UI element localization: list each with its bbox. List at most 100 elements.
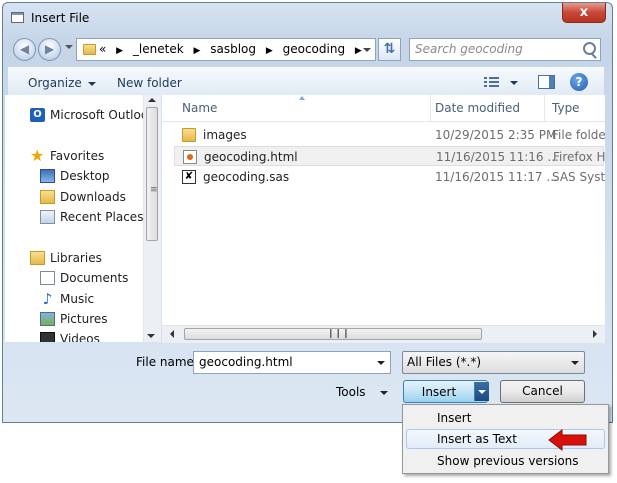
sort-ascending-icon [299,96,305,100]
scroll-right-icon[interactable] [593,330,597,338]
breadcrumb-separator-icon[interactable]: ▶ [116,46,123,56]
cancel-button[interactable]: Cancel [500,380,585,403]
column-header-type[interactable]: Type [552,101,580,115]
scrollbar-thumb[interactable]: ❙❙❙ [184,328,482,340]
refresh-button[interactable]: ⇅ [378,38,401,61]
scroll-left-icon[interactable] [170,330,174,338]
downloads-folder-icon [40,190,55,204]
sidebar-item-label: Downloads [60,190,126,204]
grip-icon: ≡ [150,185,158,195]
firefox-html-icon [183,150,197,164]
file-type: SAS Syste [552,170,605,184]
file-name-label: File name: [136,355,198,369]
sidebar-item-label: Favorites [50,149,105,163]
file-date: 10/29/2015 2:35 PM [435,128,557,142]
column-header-name[interactable]: Name [182,101,217,115]
menu-item-insert[interactable]: Insert [406,408,605,428]
breadcrumb-separator-icon[interactable]: ▶ [194,46,201,56]
file-type-value: All Files (*.*) [407,355,482,369]
desktop-icon [40,169,55,183]
menu-item-show-previous-versions[interactable]: Show previous versions [406,451,605,471]
documents-icon [40,271,55,285]
address-dropdown-icon[interactable] [359,39,375,60]
libraries-icon [30,251,45,265]
window-icon [11,12,24,23]
insert-split-button[interactable]: Insert [403,380,489,403]
sidebar-item-label: Pictures [60,312,108,326]
column-divider[interactable] [430,95,431,121]
file-row-selected[interactable]: geocoding.html 11/16/2015 11:16 ... Fire… [174,146,605,166]
star-icon: ★ [30,146,45,165]
file-name: images [203,128,247,142]
column-header-date-modified[interactable]: Date modified [435,101,520,115]
insert-button[interactable]: Insert [404,385,474,399]
outlook-icon: O [30,108,45,122]
file-name-dropdown-icon[interactable] [372,352,390,373]
grip-icon: ❙❙❙ [327,329,350,339]
file-name: geocoding.sas [203,170,290,184]
tools-label: Tools [336,385,366,399]
search-icon[interactable] [583,42,599,58]
sidebar-item-label: Recent Places [60,210,144,224]
breadcrumb-separator-icon[interactable]: ▶ [266,46,273,56]
tools-button[interactable]: Tools [336,385,388,399]
insert-dropdown-icon[interactable] [474,382,489,401]
recent-pages-chevron-icon[interactable] [65,45,73,49]
chevron-down-icon [571,361,579,365]
chevron-down-icon [87,81,96,86]
file-date: 11/16/2015 11:16 ... [436,150,559,164]
file-type: Firefox HT [553,150,605,164]
window-title: Insert File [31,11,90,25]
address-bar[interactable]: « ▶ _lenetek ▶ sasblog ▶ geocoding ▶ [76,38,376,61]
folder-icon [83,44,96,55]
breadcrumb-item[interactable]: sasblog [210,42,256,56]
navigation-pane: O Microsoft Outlook ★ Favorites Desktop … [5,95,162,342]
file-list: Name Date modified Type images 10/29/201… [162,95,605,342]
sas-file-icon: ✘ [182,170,196,184]
file-list-scrollbar[interactable]: ❙❙❙ [162,325,605,343]
recent-places-icon [40,210,55,224]
scroll-down-icon[interactable] [147,334,155,338]
music-icon: ♪ [42,290,53,308]
close-button[interactable]: x [562,3,606,23]
videos-icon [40,332,55,342]
breadcrumb-item[interactable]: _lenetek [133,42,184,56]
scroll-up-icon[interactable] [148,98,156,102]
sidebar-item-label: Desktop [60,169,110,183]
navigation-scrollbar[interactable]: ≡ [143,95,161,342]
help-icon[interactable]: ? [570,73,588,91]
sidebar-item-label: Music [60,292,95,306]
organize-label: Organize [28,76,82,90]
column-divider[interactable] [544,95,545,121]
organize-button[interactable]: Organize [28,76,96,90]
sidebar-item-label: Microsoft Outlook [50,108,156,122]
change-view-icon[interactable] [484,76,500,90]
search-input[interactable]: Search geocoding [409,38,601,61]
menu-item-label: Insert as Text [437,432,517,446]
breadcrumb-item[interactable]: geocoding [283,42,345,56]
red-arrow-icon [548,429,587,451]
breadcrumb-overflow[interactable]: « [99,42,106,56]
file-type: File folder [552,128,605,142]
file-name-value: geocoding.html [199,355,293,369]
file-type-select[interactable]: All Files (*.*) [402,351,585,374]
back-arrow-icon[interactable]: ◀ [13,38,36,61]
sidebar-item-label: Videos [60,332,100,342]
forward-arrow-icon[interactable]: ▶ [38,38,61,61]
menu-item-label: Show previous versions [437,454,579,468]
new-folder-button[interactable]: New folder [117,76,182,90]
sidebar-item-label: Libraries [50,251,102,265]
folder-icon [182,128,196,142]
menu-item-label: Insert [437,411,472,425]
chevron-down-icon [379,390,388,395]
navigation-bar: ◀ ▶ « ▶ _lenetek ▶ sasblog ▶ geocoding ▶… [11,35,602,63]
pictures-icon [40,312,55,326]
file-date: 11/16/2015 11:17 ... [435,170,558,184]
file-name-field[interactable]: geocoding.html [193,351,391,374]
views-dropdown-icon[interactable] [510,81,518,85]
scrollbar-thumb[interactable]: ≡ [146,107,158,241]
file-row[interactable]: ✘ geocoding.sas 11/16/2015 11:17 ... SAS… [174,167,605,187]
file-row[interactable]: images 10/29/2015 2:35 PM File folder [174,125,605,145]
file-name: geocoding.html [204,150,298,164]
preview-pane-icon[interactable] [538,75,555,89]
